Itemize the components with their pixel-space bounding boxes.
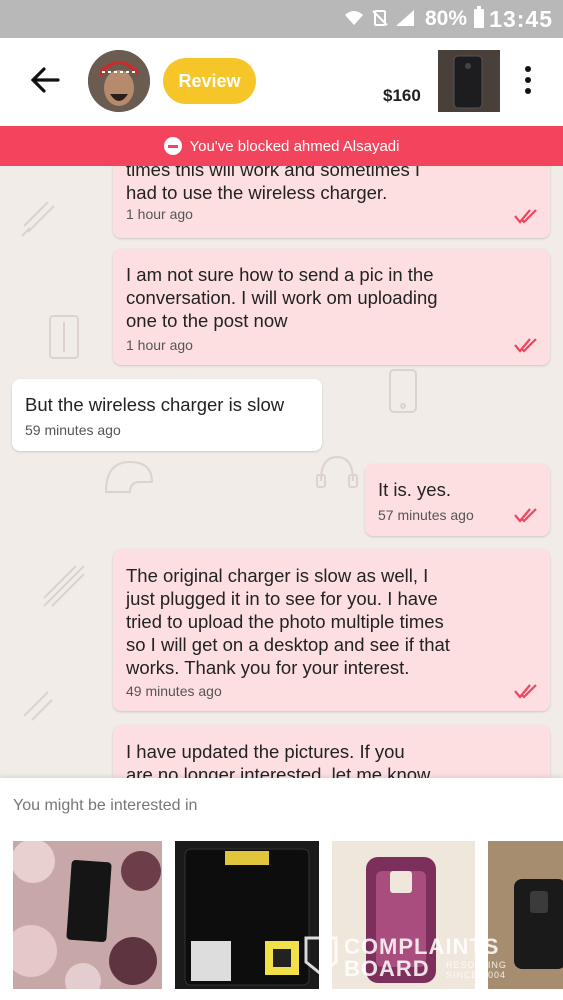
background-doodle-icon	[23, 691, 53, 721]
watermark-text: BOARD	[344, 956, 430, 981]
lg-phone-photo-icon	[13, 841, 162, 989]
no-sim-icon	[372, 10, 388, 26]
message-timestamp: 49 minutes ago	[126, 683, 222, 699]
message-text: times this will work and sometimes I had…	[126, 166, 421, 203]
message-text: I have updated the pictures. If you are …	[126, 741, 431, 778]
status-icons	[343, 9, 415, 27]
complaintsboard-watermark: COMPLAINTS BOARD RESOLVING SINCE 2004	[300, 930, 530, 981]
message-text: But the wireless charger is slow	[25, 394, 285, 415]
read-receipt-icon	[514, 684, 537, 699]
message-bubble-outgoing[interactable]: I have updated the pictures. If you are …	[113, 725, 550, 778]
message-timestamp: 57 minutes ago	[378, 507, 474, 523]
watermark-tagline: RESOLVING SINCE 2004	[446, 960, 507, 980]
product-thumbnail[interactable]	[438, 50, 500, 112]
recommendation-card[interactable]	[13, 841, 162, 989]
background-doodle-icon	[389, 369, 417, 413]
message-timestamp: 59 minutes ago	[25, 422, 121, 438]
battery-percent: 80%	[424, 7, 467, 30]
boxed-phone-photo-icon	[175, 841, 319, 989]
more-options-icon[interactable]	[518, 66, 538, 96]
wifi-icon	[345, 11, 363, 25]
recommendation-card[interactable]	[175, 841, 319, 989]
message-list[interactable]: times this will work and sometimes I had…	[0, 166, 563, 778]
battery-icon	[474, 6, 484, 28]
message-text: The original charger is slow as well, I …	[126, 565, 450, 678]
item-price: $160	[383, 86, 421, 105]
background-doodle-icon	[104, 460, 154, 493]
status-bar: 80% 13:45	[0, 0, 563, 38]
chat-screen: 80% 13:45 Review $160 You've blocked ahm…	[0, 0, 563, 1000]
background-doodle-icon	[21, 201, 55, 237]
message-bubble-outgoing[interactable]: times this will work and sometimes I had…	[113, 166, 550, 238]
watermark-logo-icon	[304, 936, 338, 976]
blocked-text: You've blocked ahmed Alsayadi	[189, 137, 400, 155]
review-button[interactable]: Review	[163, 58, 256, 104]
message-bubble-outgoing[interactable]: It is. yes. 57 minutes ago	[365, 464, 550, 536]
user-photo-icon	[88, 50, 150, 112]
message-bubble-outgoing[interactable]: The original charger is slow as well, I …	[113, 549, 550, 711]
recommendations-title: You might be interested in	[13, 797, 198, 814]
message-timestamp: 1 hour ago	[126, 206, 193, 222]
message-text: I am not sure how to send a pic in the c…	[126, 264, 438, 331]
message-bubble-outgoing[interactable]: I am not sure how to send a pic in the c…	[113, 249, 550, 365]
read-receipt-icon	[514, 209, 537, 224]
chat-header: Review $160	[0, 38, 563, 126]
message-bubble-incoming[interactable]: But the wireless charger is slow 59 minu…	[12, 379, 322, 451]
phone-photo-icon	[438, 50, 500, 112]
read-receipt-icon	[514, 338, 537, 353]
background-doodle-icon	[316, 455, 358, 488]
message-text: It is. yes.	[378, 479, 451, 500]
background-doodle-icon	[49, 315, 79, 359]
background-doodle-icon	[43, 565, 85, 607]
review-button-label: Review	[178, 70, 241, 91]
signal-icon	[396, 10, 414, 26]
back-arrow-icon[interactable]	[28, 62, 62, 98]
blocked-banner: You've blocked ahmed Alsayadi	[0, 126, 563, 166]
clock: 13:45	[489, 6, 553, 32]
message-timestamp: 1 hour ago	[126, 337, 193, 353]
avatar[interactable]	[88, 50, 150, 112]
blocked-icon	[163, 137, 182, 155]
read-receipt-icon	[514, 508, 537, 523]
